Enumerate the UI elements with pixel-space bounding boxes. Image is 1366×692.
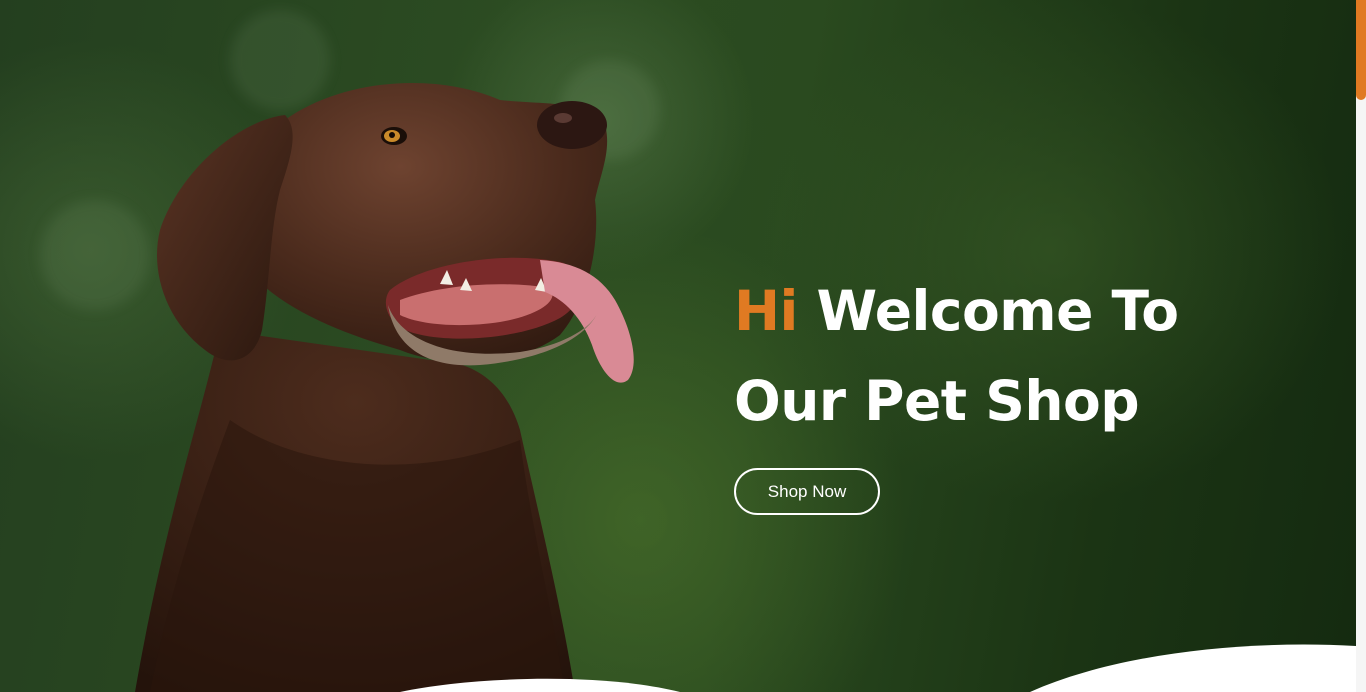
shop-now-button[interactable]: Shop Now (734, 468, 880, 515)
hero-dog-image (135, 82, 634, 692)
hero-greeting: Hi (734, 279, 798, 343)
hero-title: Hi Welcome To Our Pet Shop (734, 266, 1294, 446)
hero-content: Hi Welcome To Our Pet Shop Shop Now (734, 266, 1294, 515)
hero-title-line1: Welcome To (797, 279, 1180, 343)
scrollbar-track[interactable] (1356, 0, 1366, 692)
hero-title-line2: Our Pet Shop (734, 369, 1140, 433)
bottom-wave-divider (400, 644, 1356, 692)
hero-section: Hi Welcome To Our Pet Shop Shop Now (0, 0, 1366, 692)
scrollbar-thumb[interactable] (1356, 0, 1366, 100)
